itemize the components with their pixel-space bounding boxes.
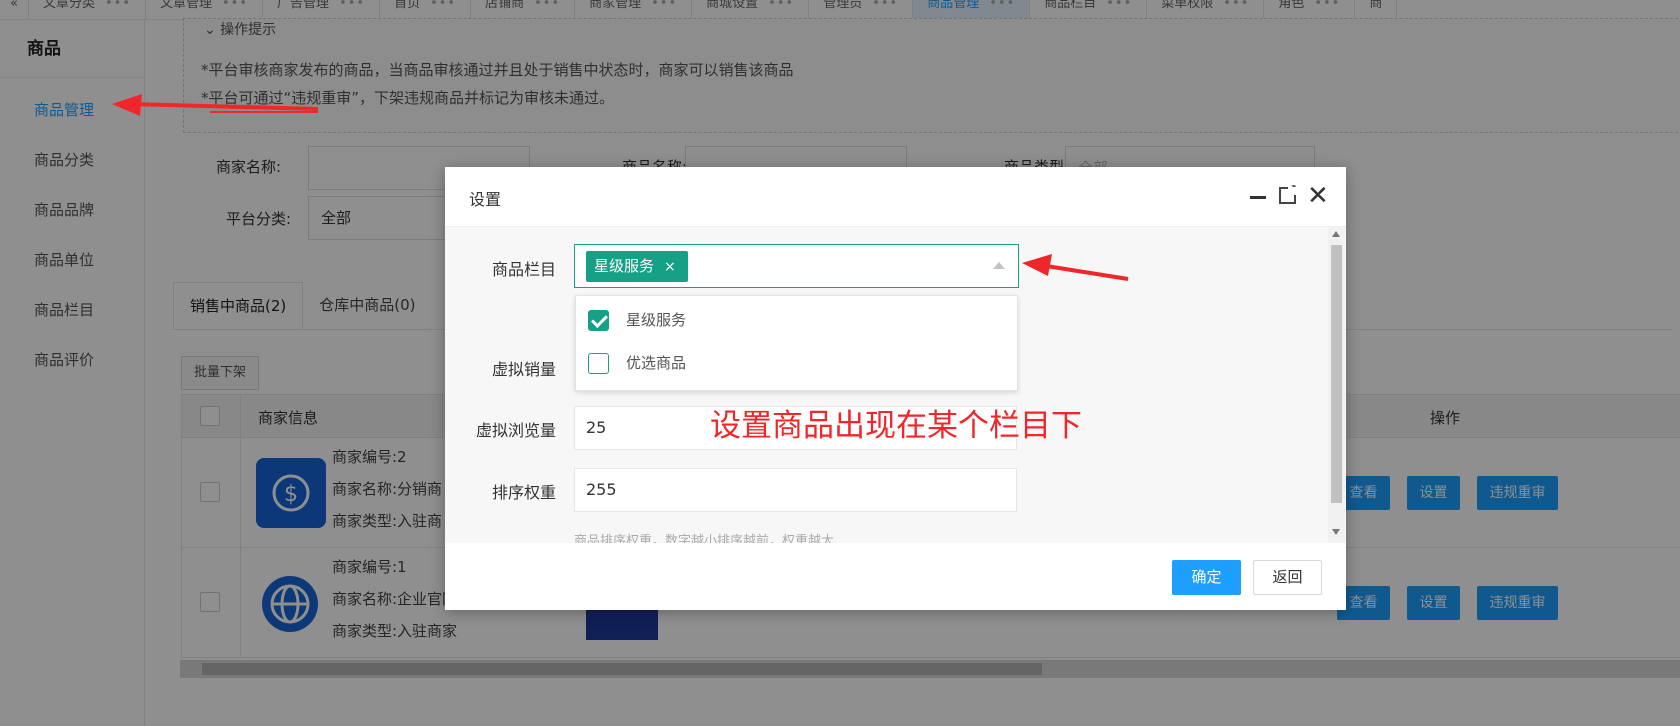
dialog-header: 设置 ↗ ✕ [445,167,1346,227]
sort-weight-label: 排序权重 [491,483,556,502]
minimize-icon[interactable] [1250,196,1266,199]
checkbox-checked-icon[interactable] [588,310,609,331]
dropdown-option[interactable]: 优选商品 [576,342,1019,385]
column-multiselect[interactable]: 星级服务 × [574,244,1019,288]
dialog-scrollbar[interactable] [1328,227,1345,543]
back-button[interactable]: 返回 [1253,560,1322,595]
dialog-title: 设置 [469,190,502,209]
scrollbar-thumb[interactable] [1331,245,1342,503]
confirm-button[interactable]: 确定 [1172,560,1241,595]
virtual-views-label: 虚拟浏览量 [475,421,556,440]
remove-chip-icon[interactable]: × [664,259,676,275]
scroll-down-icon[interactable] [1332,529,1340,535]
dialog-footer: 确定 返回 [445,543,1346,610]
option-label: 星级服务 [626,311,687,329]
maximize-icon[interactable]: ↗ [1279,183,1297,204]
caret-up-icon[interactable] [993,262,1005,269]
sort-weight-hint: 商品排序权重，数字越小排序越前，权重越大 [574,534,835,543]
annotation-text: 设置商品出现在某个栏目下 [710,408,1082,444]
close-icon[interactable]: ✕ [1307,181,1329,211]
virtual-sales-label: 虚拟销量 [491,360,556,379]
settings-dialog: 设置 ↗ ✕ 商品栏目 星级服务 × 虚拟销量 虚拟浏览量 25 排序权重 255… [445,167,1346,610]
option-label: 优选商品 [626,354,687,372]
dropdown-option[interactable]: 星级服务 [576,299,1019,342]
selected-chip: 星级服务 × [586,251,688,282]
sort-weight-input[interactable]: 255 [574,468,1017,512]
column-dropdown: 星级服务 优选商品 [575,295,1018,391]
column-label: 商品栏目 [491,260,556,279]
scroll-up-icon[interactable] [1332,231,1340,237]
checkbox-icon[interactable] [588,353,609,374]
